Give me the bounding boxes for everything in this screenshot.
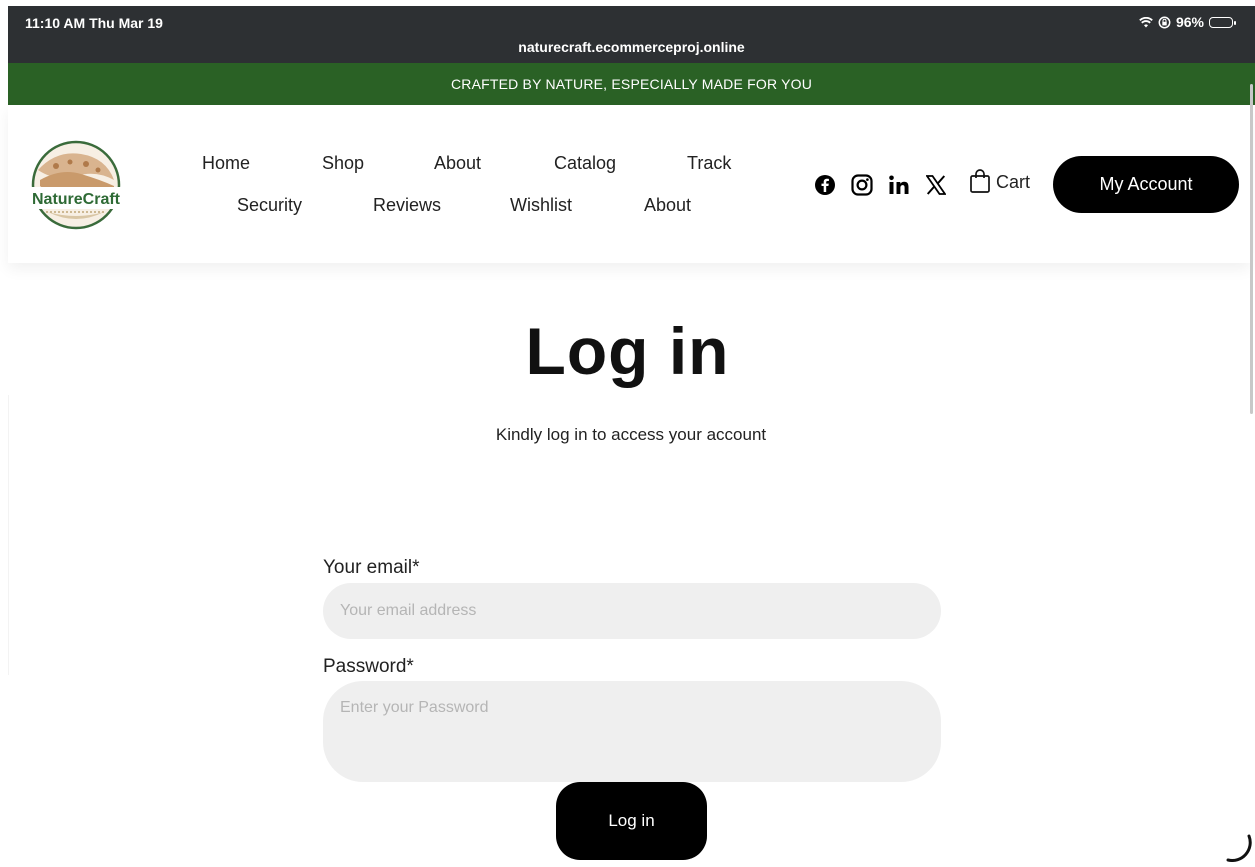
my-account-button[interactable]: My Account (1053, 156, 1239, 213)
instagram-icon[interactable] (849, 172, 875, 198)
site-logo[interactable]: NatureCraft (26, 140, 126, 230)
nav-security[interactable]: Security (237, 195, 302, 216)
page-title: Log in (525, 314, 730, 388)
social-links (812, 172, 949, 198)
address-bar-url[interactable]: naturecraft.ecommerceproj.online (8, 39, 1255, 55)
nav-about[interactable]: About (434, 153, 481, 174)
password-label: Password* (323, 656, 414, 677)
orientation-lock-icon (1158, 16, 1171, 28)
nav-home[interactable]: Home (202, 153, 250, 174)
nav-catalog[interactable]: Catalog (554, 153, 616, 174)
logo-emblem-icon (29, 140, 123, 230)
facebook-icon[interactable] (812, 172, 838, 198)
cart-link[interactable]: Cart (970, 169, 1030, 193)
battery-percent: 96% (1175, 14, 1204, 30)
logo-text: NatureCraft (31, 191, 120, 208)
promo-banner: CRAFTED BY NATURE, ESPECIALLY MADE FOR Y… (8, 63, 1255, 105)
cart-label: Cart (996, 172, 1031, 192)
email-label: Your email* (323, 557, 420, 578)
nav-wishlist[interactable]: Wishlist (510, 195, 572, 216)
login-button[interactable]: Log in (556, 782, 707, 860)
email-field[interactable] (323, 583, 941, 639)
page-subtitle: Kindly log in to access your account (495, 425, 767, 444)
battery-icon (1209, 16, 1236, 28)
status-indicators: 96% (1139, 14, 1236, 30)
loading-spinner-icon (1226, 834, 1252, 862)
wifi-icon (1139, 16, 1153, 27)
nav-shop[interactable]: Shop (322, 153, 364, 174)
linkedin-icon[interactable] (886, 172, 912, 198)
nav-about-2[interactable]: About (644, 195, 691, 216)
nav-track[interactable]: Track (687, 153, 731, 174)
password-field[interactable] (323, 681, 941, 782)
site-header: NatureCraft Home Shop About Catalog Trac… (8, 105, 1250, 263)
status-time: 11:10 AM Thu Mar 19 (25, 15, 163, 31)
shopping-bag-icon (970, 169, 990, 193)
browser-status-bar: 11:10 AM Thu Mar 19 naturecraft.ecommerc… (8, 6, 1255, 63)
nav-reviews[interactable]: Reviews (373, 195, 441, 216)
x-icon[interactable] (923, 172, 949, 198)
